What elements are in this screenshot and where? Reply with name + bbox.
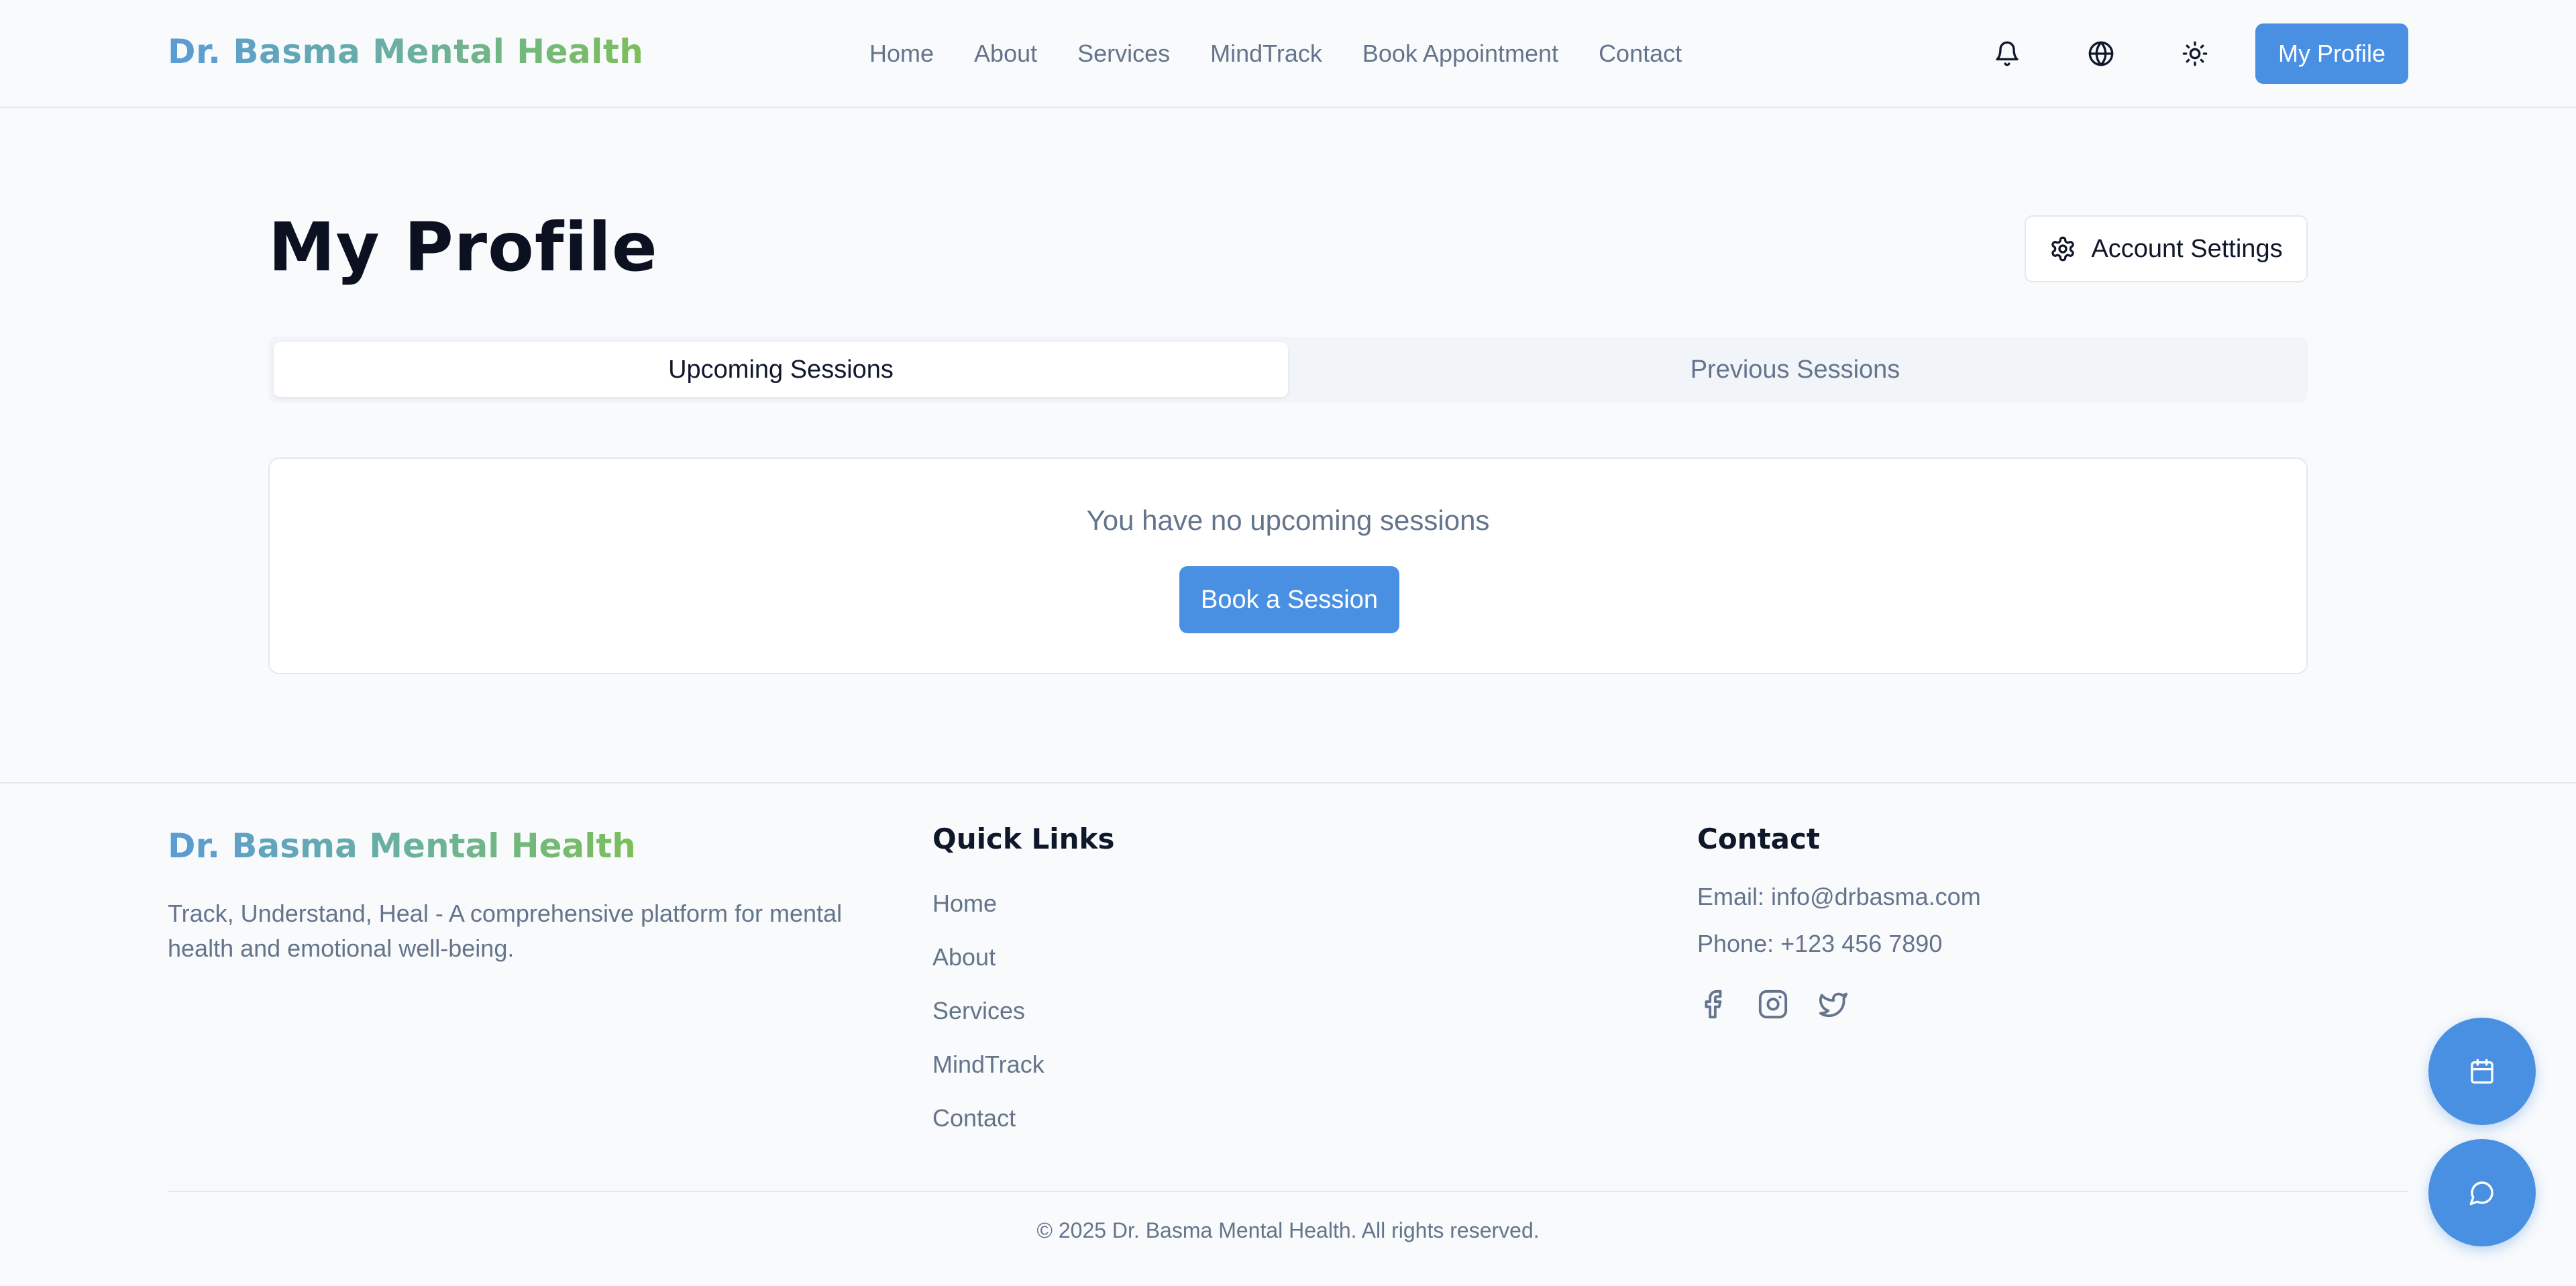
contact-phone: Phone: +123 456 7890 <box>1697 930 1943 957</box>
social-links <box>1696 987 1850 1021</box>
session-tabs: Upcoming Sessions Previous Sessions <box>268 337 2308 403</box>
nav-contact[interactable]: Contact <box>1599 36 1682 71</box>
my-profile-button[interactable]: My Profile <box>2255 23 2408 84</box>
nav-book-appointment[interactable]: Book Appointment <box>1362 36 1558 71</box>
language-button[interactable] <box>2081 34 2121 74</box>
main-nav: Home About Services MindTrack Book Appoi… <box>869 36 1722 71</box>
tab-upcoming-sessions[interactable]: Upcoming Sessions <box>274 342 1288 397</box>
globe-icon <box>2088 41 2114 66</box>
bell-icon <box>1996 41 2019 66</box>
nav-mindtrack[interactable]: MindTrack <box>1210 36 1322 71</box>
footer-link-about[interactable]: About <box>932 943 996 971</box>
nav-home[interactable]: Home <box>869 36 934 71</box>
notifications-button[interactable] <box>1987 34 2027 74</box>
nav-about[interactable]: About <box>974 36 1037 71</box>
footer-brand: Dr. Basma Mental Health <box>168 826 636 865</box>
site-header: Dr. Basma Mental Health Home About Servi… <box>0 0 2576 108</box>
footer-bottom-divider <box>168 1191 2408 1192</box>
account-settings-label: Account Settings <box>2091 234 2283 263</box>
floating-calendar-button[interactable] <box>2428 1018 2536 1125</box>
facebook-icon <box>1705 989 1722 1019</box>
chat-icon <box>2469 1181 2493 1205</box>
instagram-link[interactable] <box>1756 987 1790 1021</box>
footer-divider <box>0 782 2576 784</box>
footer-description: Track, Understand, Heal - A comprehensiv… <box>168 900 843 962</box>
empty-sessions-message: You have no upcoming sessions <box>1086 504 1490 536</box>
facebook-link[interactable] <box>1696 987 1729 1021</box>
instagram-icon <box>1758 989 1788 1019</box>
footer-link-services[interactable]: Services <box>932 997 1025 1024</box>
contact-email: Email: info@drbasma.com <box>1697 883 1981 910</box>
gear-icon <box>2051 236 2075 262</box>
footer-link-mindtrack[interactable]: MindTrack <box>932 1051 1044 1078</box>
sun-icon <box>2182 41 2208 66</box>
book-session-button[interactable]: Book a Session <box>1179 566 1399 633</box>
account-settings-button[interactable]: Account Settings <box>2025 215 2308 282</box>
copyright-text: © 2025 Dr. Basma Mental Health. All righ… <box>1036 1218 1540 1242</box>
theme-toggle-button[interactable] <box>2175 34 2215 74</box>
quick-links-heading: Quick Links <box>932 822 1115 855</box>
footer-link-home[interactable]: Home <box>932 890 997 917</box>
footer-link-contact[interactable]: Contact <box>932 1104 1016 1132</box>
twitter-icon <box>1819 992 1848 1018</box>
contact-heading: Contact <box>1697 822 1820 855</box>
calendar-icon <box>2471 1059 2493 1084</box>
floating-chat-button[interactable] <box>2428 1139 2536 1246</box>
page-title: My Profile <box>268 208 658 286</box>
quick-links-list: Home About Services MindTrack Contact <box>932 887 1044 1155</box>
tab-previous-sessions[interactable]: Previous Sessions <box>1288 342 2302 397</box>
sessions-card: You have no upcoming sessions Book a Ses… <box>268 458 2308 674</box>
brand-logo[interactable]: Dr. Basma Mental Health <box>168 32 643 71</box>
nav-services[interactable]: Services <box>1077 36 1170 71</box>
twitter-link[interactable] <box>1817 987 1850 1021</box>
